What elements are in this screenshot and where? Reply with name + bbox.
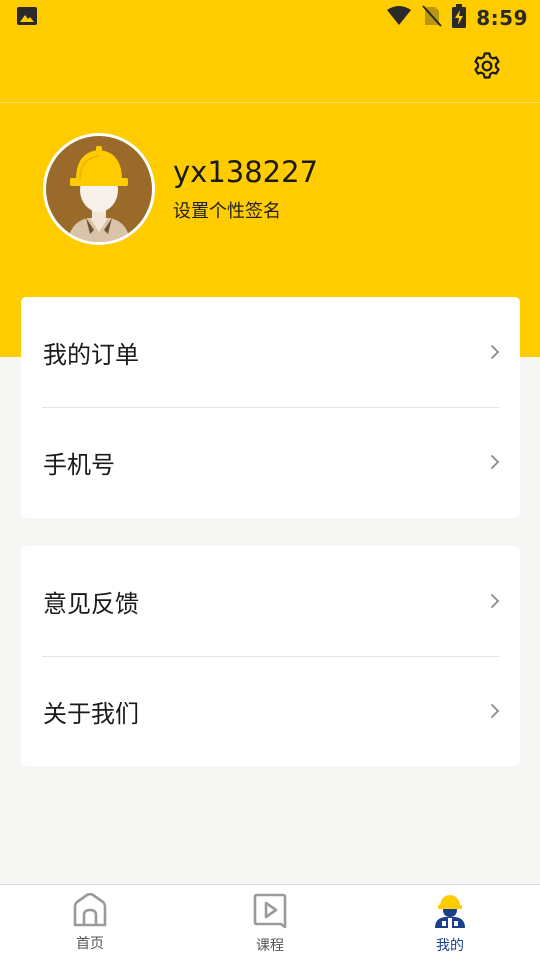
profile-section: yx138227 设置个性签名 <box>43 133 318 245</box>
bottom-tab-bar: 首页 课程 我的 <box>0 884 540 960</box>
construction-worker-avatar <box>46 136 152 242</box>
image-icon <box>16 5 38 31</box>
home-icon <box>72 892 108 931</box>
chevron-right-icon <box>490 593 500 609</box>
tab-label: 我的 <box>436 938 464 954</box>
battery-charging-icon <box>452 4 467 32</box>
header-divider <box>0 102 540 103</box>
chevron-right-icon <box>490 703 500 719</box>
chevron-right-icon <box>490 344 500 360</box>
settings-button[interactable] <box>469 50 505 86</box>
tab-label: 课程 <box>256 938 284 954</box>
status-bar: 8:59 <box>0 0 540 36</box>
menu-item-feedback[interactable]: 意见反馈 <box>21 546 520 656</box>
no-sim-icon <box>422 5 442 31</box>
menu-item-orders[interactable]: 我的订单 <box>21 297 520 407</box>
menu-item-label: 关于我们 <box>43 699 139 728</box>
avatar[interactable] <box>43 133 155 245</box>
tab-courses[interactable]: 课程 <box>180 885 360 960</box>
tab-label: 首页 <box>76 936 104 952</box>
username: yx138227 <box>173 155 319 189</box>
course-play-icon <box>252 893 288 933</box>
menu-item-label: 意见反馈 <box>43 589 139 618</box>
worker-profile-icon <box>432 893 468 933</box>
gear-icon <box>472 51 502 85</box>
menu-item-about[interactable]: 关于我们 <box>21 656 520 766</box>
wifi-icon <box>386 6 412 30</box>
menu-item-label: 我的订单 <box>43 340 139 369</box>
menu-card-support: 意见反馈 关于我们 <box>21 546 520 766</box>
menu-item-label: 手机号 <box>43 450 115 479</box>
menu-item-phone[interactable]: 手机号 <box>21 407 520 517</box>
profile-screen: 8:59 yx138227 设置个性签名 我的订单 手机号 意见反馈 关于我们 … <box>0 0 540 960</box>
status-time: 8:59 <box>476 6 528 30</box>
tab-mine[interactable]: 我的 <box>360 885 540 960</box>
chevron-right-icon <box>490 454 500 470</box>
tab-home[interactable]: 首页 <box>0 885 180 960</box>
menu-card-account: 我的订单 手机号 <box>21 297 520 518</box>
signature-link[interactable]: 设置个性签名 <box>173 197 318 223</box>
